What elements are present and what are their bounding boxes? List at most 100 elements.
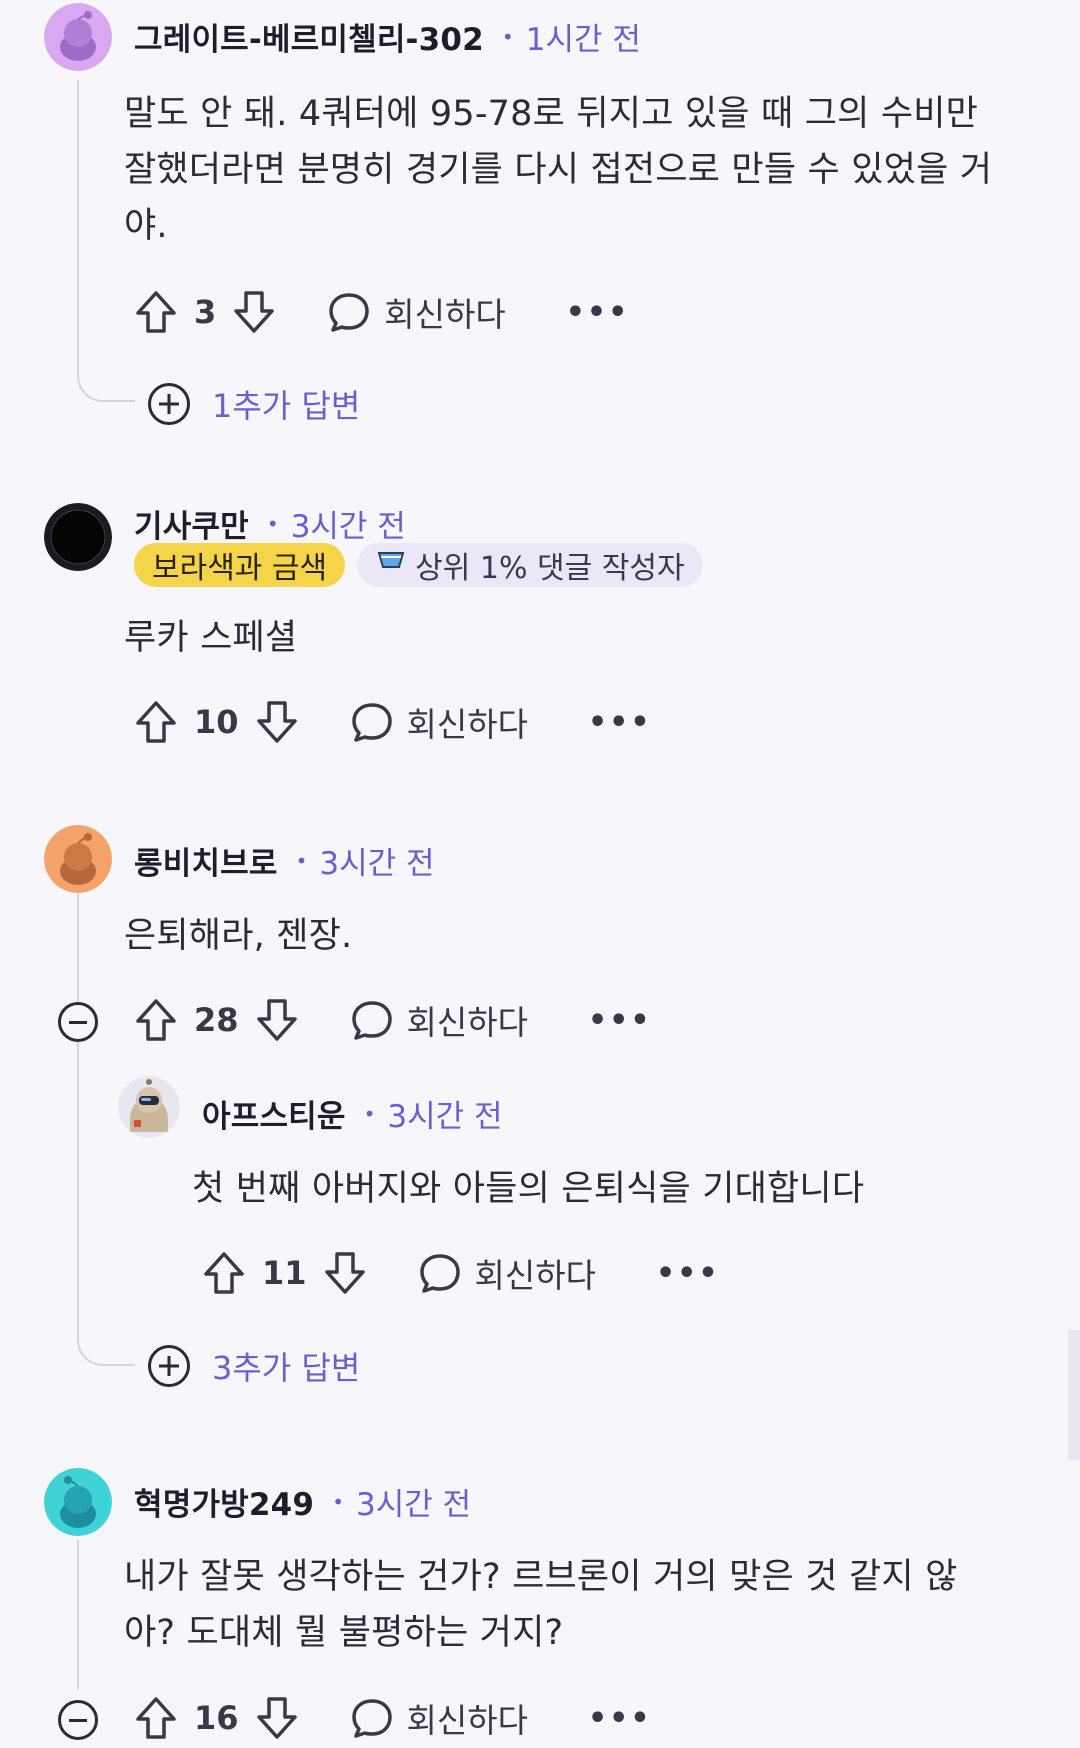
expand-plus-icon	[148, 1345, 190, 1387]
flair-row: 보라색과 금색 상위 1% 댓글 작성자	[134, 543, 703, 587]
timestamp: 3시간 전	[290, 509, 406, 545]
upvote-icon[interactable]	[202, 1250, 246, 1296]
comment-bubble-icon	[351, 703, 392, 742]
comment-header: 롱비치브로 • 3시간 전	[134, 838, 435, 883]
separator-dot: •	[332, 1489, 344, 1514]
astronaut-avatar-icon	[118, 1076, 180, 1138]
black-hole-avatar-icon	[44, 503, 112, 571]
timestamp: 1시간 전	[525, 22, 641, 58]
reply-header: 아프스티운 • 3시간 전	[202, 1091, 503, 1136]
downvote-icon[interactable]	[255, 1695, 299, 1741]
comment-bubble-icon	[351, 1699, 392, 1738]
thread-curve	[77, 1300, 135, 1366]
upvote-icon[interactable]	[134, 997, 178, 1043]
comment-body: 말도 안 돼. 4쿼터에 95-78로 뒤지고 있을 때 그의 수비만 잘했더라…	[124, 86, 1024, 254]
comment-body: 은퇴해라, 젠장.	[124, 908, 1024, 964]
username[interactable]: 혁명가방249	[134, 1479, 314, 1524]
timestamp: 3시간 전	[387, 1099, 503, 1135]
comment-body-line: 야.	[124, 206, 168, 246]
flair-text: 상위 1% 댓글 작성자	[415, 551, 685, 586]
thread-curve	[77, 330, 135, 402]
username[interactable]: 그레이트-베르미첼리-302	[134, 14, 484, 59]
collapse-icon[interactable]	[58, 1700, 98, 1740]
avatar[interactable]	[44, 503, 112, 571]
reply-button[interactable]: 회신하다	[349, 1694, 528, 1742]
comment-bubble-icon	[419, 1254, 460, 1293]
comment-body-line: 말도 안 돼. 4쿼터에 95-78로 뒤지고 있을 때 그의 수비만	[124, 94, 979, 134]
reply-label: 회신하다	[406, 705, 528, 744]
comment-header: 그레이트-베르미첼리-302 • 1시간 전	[134, 14, 641, 59]
avatar[interactable]	[118, 1076, 180, 1138]
comment-body-line: 내가 잘못 생각하는 건가? 르브론이 거의 맞은 것 같지 않	[124, 1557, 958, 1597]
flair-badge: 보라색과 금색	[134, 543, 346, 587]
downvote-icon[interactable]	[255, 699, 299, 745]
expand-plus-icon	[148, 383, 190, 425]
comment-body-line: 첫 번째 아버지와 아들의 은퇴식을 기대합니다	[192, 1169, 865, 1209]
scrollbar[interactable]	[1068, 1330, 1080, 1460]
more-options-icon[interactable]: •••	[656, 1256, 720, 1291]
vote-count: 10	[194, 703, 239, 741]
comment-body-line: 잘했더라면 분명히 경기를 다시 접전으로 만들 수 있었을 거	[124, 150, 993, 190]
more-replies-button[interactable]: 3추가 답변	[148, 1343, 360, 1389]
reply-button[interactable]: 회신하다	[326, 288, 506, 336]
collapse-icon[interactable]	[58, 1002, 98, 1042]
upvote-icon[interactable]	[134, 699, 178, 745]
separator-dot: •	[295, 848, 308, 873]
downvote-icon[interactable]	[232, 289, 276, 335]
more-options-icon[interactable]: •••	[588, 1701, 652, 1736]
thread-line	[77, 1042, 79, 1342]
reply-button[interactable]: 회신하다	[349, 698, 528, 746]
comment-bubble-icon	[351, 1001, 392, 1040]
timestamp: 3시간 전	[356, 1487, 472, 1523]
downvote-icon[interactable]	[255, 997, 299, 1043]
reply-label: 회신하다	[406, 1003, 528, 1042]
top-commenter-badge: 상위 1% 댓글 작성자	[357, 543, 703, 587]
avatar[interactable]	[44, 825, 112, 893]
comment-body-line: 루카 스페셜	[124, 618, 298, 658]
reply-label: 회신하다	[474, 1256, 596, 1295]
upvote-icon[interactable]	[134, 1695, 178, 1741]
comment-thread: 그레이트-베르미첼리-302 • 1시간 전 말도 안 돼. 4쿼터에 95-7…	[0, 0, 1080, 1748]
username[interactable]: 기사쿠만	[134, 501, 249, 546]
vote-count: 11	[262, 1254, 307, 1292]
comment-actions: 10 회신하다 •••	[134, 692, 652, 752]
sunglasses-badge-icon	[375, 547, 407, 583]
vote-count: 16	[194, 1699, 239, 1737]
separator-dot: •	[266, 511, 279, 536]
comment-header: 기사쿠만 • 3시간 전	[134, 501, 406, 546]
downvote-icon[interactable]	[323, 1250, 367, 1296]
comment-body: 내가 잘못 생각하는 건가? 르브론이 거의 맞은 것 같지 않 아? 도대체 …	[124, 1549, 1024, 1661]
comment-actions: 3 회신하다 •••	[134, 282, 629, 342]
more-options-icon[interactable]: •••	[566, 295, 630, 330]
comment-actions: 28 회신하다 •••	[134, 990, 652, 1050]
reply-body: 첫 번째 아버지와 아들의 은퇴식을 기대합니다	[192, 1161, 1052, 1217]
comment-header: 혁명가방249 • 3시간 전	[134, 1479, 471, 1524]
reply-actions: 11 회신하다 •••	[202, 1243, 720, 1303]
snoo-avatar-icon	[44, 825, 112, 893]
more-replies-label: 3추가 답변	[212, 1349, 361, 1387]
username[interactable]: 롱비치브로	[134, 838, 278, 883]
reply-button[interactable]: 회신하다	[417, 1249, 596, 1297]
reply-button[interactable]: 회신하다	[349, 996, 528, 1044]
more-replies-button[interactable]: 1추가 답변	[148, 381, 360, 427]
thread-line	[77, 1540, 79, 1690]
avatar[interactable]	[44, 1468, 112, 1536]
comment-body-line: 은퇴해라, 젠장.	[124, 916, 353, 956]
vote-count: 3	[194, 293, 217, 331]
comment-bubble-icon	[329, 293, 370, 332]
username[interactable]: 아프스티운	[202, 1091, 346, 1136]
separator-dot: •	[363, 1101, 376, 1126]
thread-curve	[77, 1045, 119, 1097]
more-options-icon[interactable]: •••	[588, 1003, 652, 1038]
snoo-avatar-icon	[44, 3, 112, 71]
snoo-avatar-icon	[44, 1468, 112, 1536]
reply-label: 회신하다	[406, 1701, 528, 1740]
thread-line	[77, 880, 79, 1020]
reply-label: 회신하다	[384, 295, 506, 334]
upvote-icon[interactable]	[134, 289, 178, 335]
vote-count: 28	[194, 1001, 239, 1039]
avatar[interactable]	[44, 3, 112, 71]
more-options-icon[interactable]: •••	[588, 705, 652, 740]
thread-line	[77, 80, 79, 350]
more-replies-label: 1추가 답변	[212, 387, 361, 425]
